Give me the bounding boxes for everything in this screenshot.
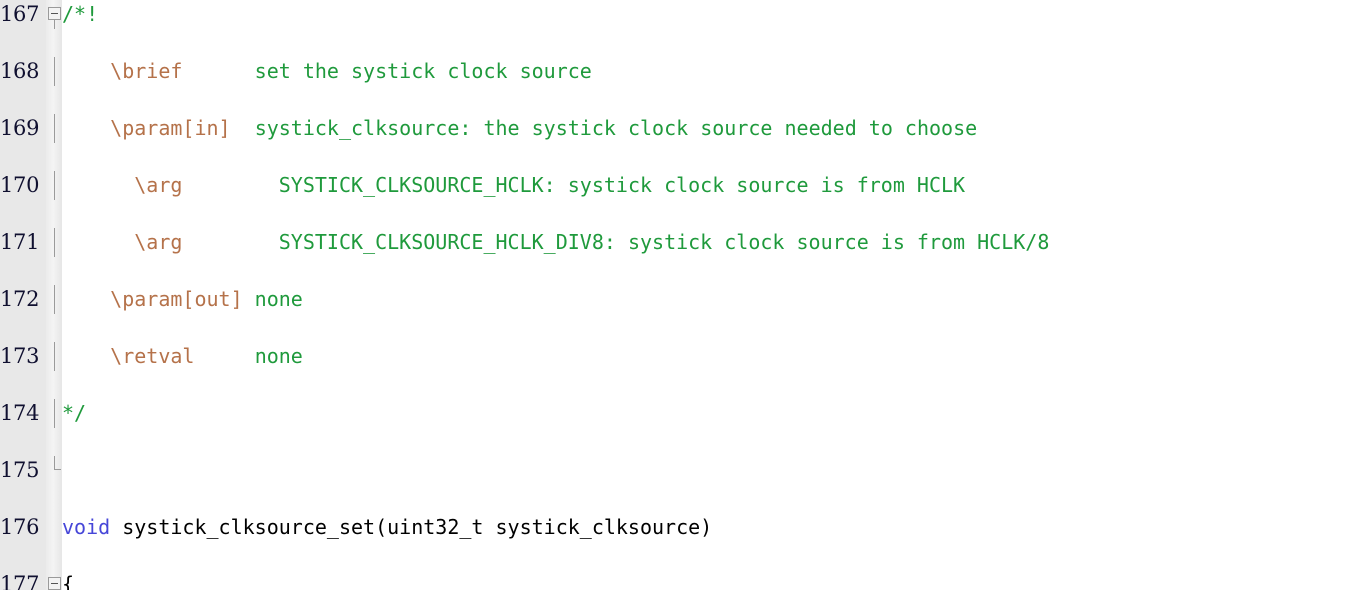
- code-text[interactable]: */: [62, 399, 86, 428]
- fold-guide-line: [54, 114, 55, 143]
- token-doxcmd: \param[in]: [110, 116, 231, 140]
- code-line[interactable]: 169 \param[in] systick_clksource: the sy…: [0, 114, 1350, 143]
- token-comment: /*!: [62, 2, 99, 26]
- fold-guide-line: [54, 285, 55, 314]
- code-text[interactable]: \param[in] systick_clksource: the systic…: [62, 114, 977, 143]
- token-comment: systick_clksource: the systick clock sou…: [254, 116, 978, 140]
- code-text[interactable]: \arg SYSTICK_CLKSOURCE_HCLK_DIV8: systic…: [62, 228, 1049, 257]
- token-doxcmd: \param[out]: [110, 287, 243, 311]
- line-number: 171: [0, 228, 42, 257]
- fold-region-end-icon: [54, 456, 61, 470]
- fold-column-cell[interactable]: [46, 399, 62, 428]
- fold-guide-line: [54, 171, 55, 200]
- line-number: 177: [0, 570, 42, 590]
- token-plain: systick_clksource_set(uint32_t systick_c…: [110, 515, 713, 539]
- fold-guide-line: [54, 20, 55, 29]
- code-text[interactable]: \retval none: [62, 342, 303, 371]
- code-text[interactable]: /*!: [62, 0, 98, 29]
- token-doxcmd: \brief: [110, 59, 183, 83]
- fold-column-cell[interactable]: [46, 0, 62, 29]
- token-plain: {: [62, 572, 75, 590]
- code-line[interactable]: 174 */: [0, 399, 1350, 428]
- fold-collapse-icon[interactable]: [48, 7, 61, 20]
- line-number: 168: [0, 57, 42, 86]
- token-comment: set the systick clock source: [254, 59, 592, 83]
- fold-guide-line: [54, 228, 55, 257]
- token-comment: none: [254, 287, 303, 311]
- code-line[interactable]: 176 void systick_clksource_set(uint32_t s…: [0, 513, 1350, 542]
- fold-column-cell[interactable]: [46, 456, 62, 485]
- code-line[interactable]: 168 \brief set the systick clock source: [0, 57, 1350, 86]
- token-keyword: void: [62, 515, 111, 539]
- line-number: 173: [0, 342, 42, 371]
- line-number: 167: [0, 0, 42, 29]
- fold-collapse-icon[interactable]: [48, 577, 61, 590]
- fold-column-cell[interactable]: [46, 171, 62, 200]
- token-doxcmd: \retval: [110, 344, 195, 368]
- code-line[interactable]: 171 \arg SYSTICK_CLKSOURCE_HCLK_DIV8: sy…: [0, 228, 1350, 257]
- code-text[interactable]: \arg SYSTICK_CLKSOURCE_HCLK: systick clo…: [62, 171, 965, 200]
- token-doxcmd: \arg: [134, 173, 183, 197]
- fold-guide-line: [54, 57, 55, 86]
- code-line[interactable]: 173 \retval none: [0, 342, 1350, 371]
- fold-column-cell[interactable]: [46, 342, 62, 371]
- fold-column-cell[interactable]: [46, 570, 62, 590]
- token-comment: */: [62, 401, 87, 425]
- line-number: 174: [0, 399, 42, 428]
- fold-column-cell[interactable]: [46, 114, 62, 143]
- token-comment: SYSTICK_CLKSOURCE_HCLK_DIV8: systick clo…: [278, 230, 1050, 254]
- fold-column-cell[interactable]: [46, 513, 62, 542]
- code-line[interactable]: 167 /*!: [0, 0, 1350, 29]
- code-line[interactable]: 177 {: [0, 570, 1350, 590]
- code-editor[interactable]: 167 /*! 168 \brief set the systick clock s…: [0, 0, 1350, 590]
- line-number: 169: [0, 114, 42, 143]
- token-doxcmd: \arg: [134, 230, 183, 254]
- code-line[interactable]: 172 \param[out] none: [0, 285, 1350, 314]
- line-number: 176: [0, 513, 42, 542]
- fold-column-cell[interactable]: [46, 57, 62, 86]
- code-text[interactable]: \brief set the systick clock source: [62, 57, 592, 86]
- line-number: 172: [0, 285, 42, 314]
- fold-column-cell[interactable]: [46, 285, 62, 314]
- fold-guide-line: [54, 342, 55, 371]
- code-line-list: 167 /*! 168 \brief set the systick clock s…: [0, 0, 1350, 590]
- code-text[interactable]: {: [62, 570, 74, 590]
- code-text[interactable]: void systick_clksource_set(uint32_t syst…: [62, 513, 712, 542]
- code-line[interactable]: 175: [0, 456, 1350, 485]
- token-comment: none: [254, 344, 303, 368]
- code-line[interactable]: 170 \arg SYSTICK_CLKSOURCE_HCLK: systick…: [0, 171, 1350, 200]
- line-number: 170: [0, 171, 42, 200]
- token-comment: SYSTICK_CLKSOURCE_HCLK: systick clock so…: [278, 173, 966, 197]
- fold-guide-line: [54, 399, 55, 428]
- fold-column-cell[interactable]: [46, 228, 62, 257]
- code-text[interactable]: \param[out] none: [62, 285, 303, 314]
- line-number: 175: [0, 456, 42, 485]
